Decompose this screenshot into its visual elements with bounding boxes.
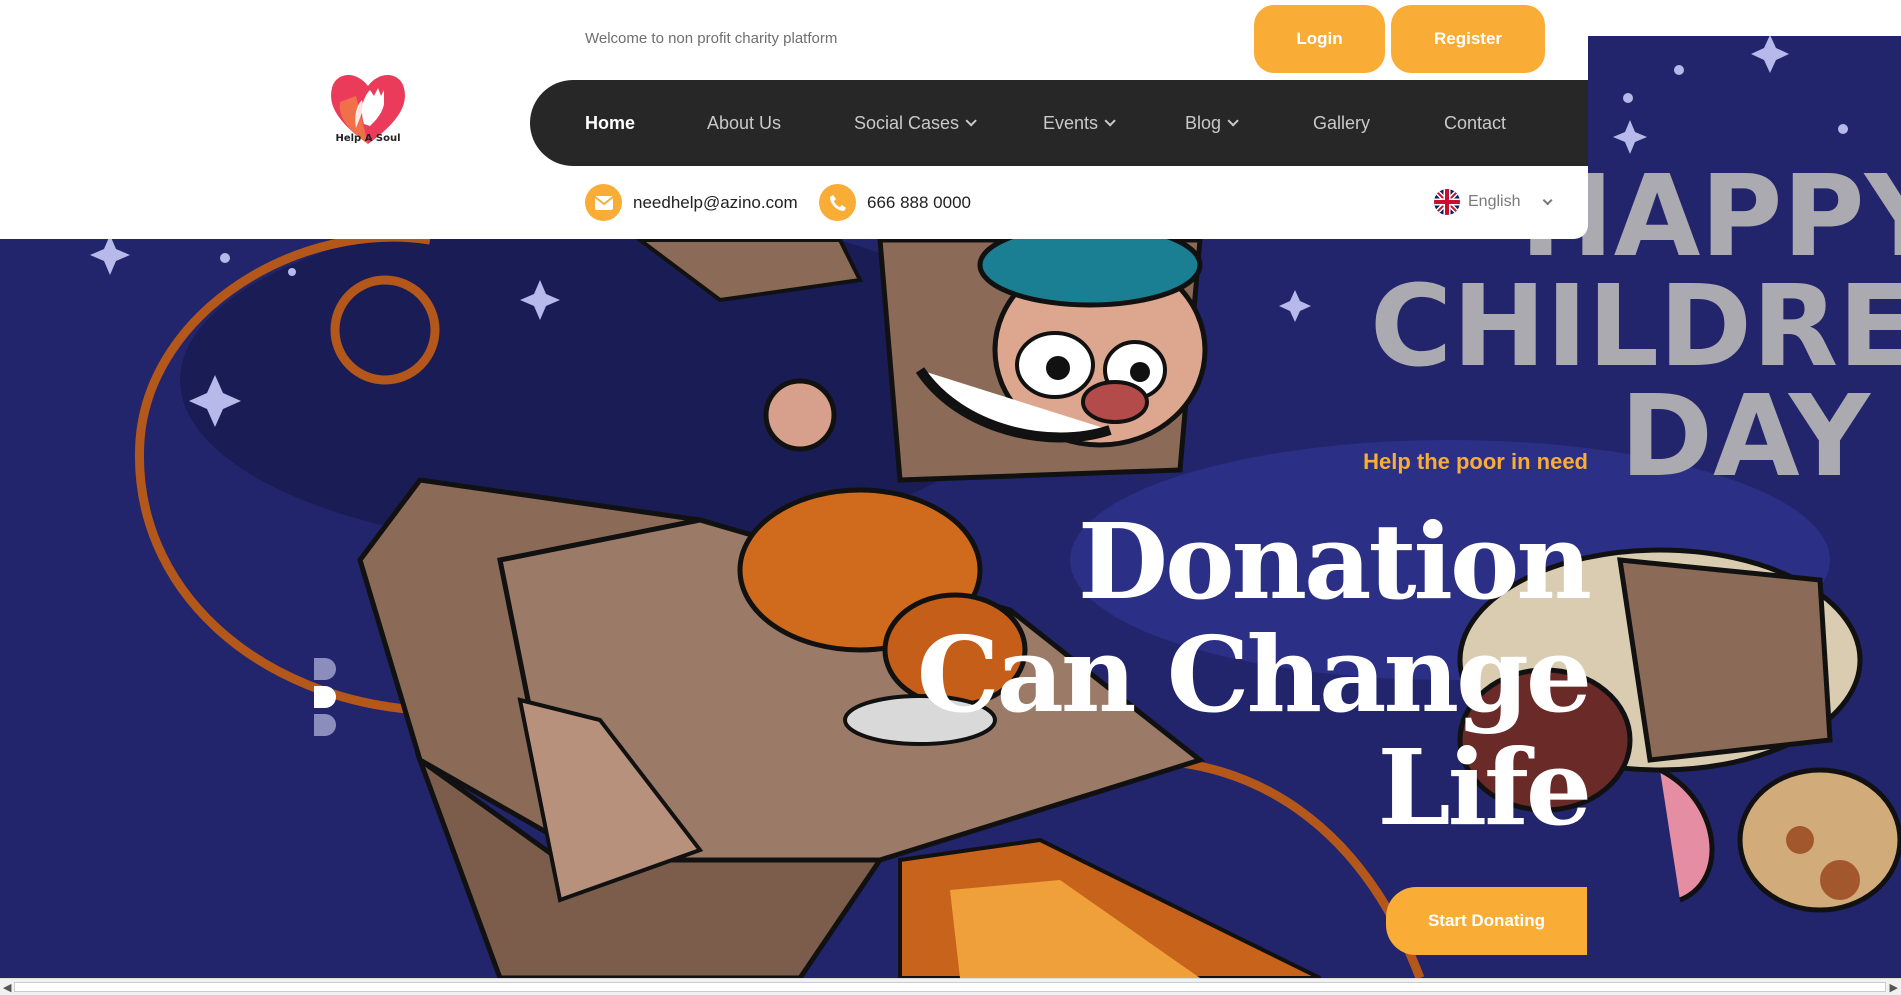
language-label: English: [1468, 193, 1521, 210]
phone-link[interactable]: 666 888 0000: [867, 193, 971, 213]
login-button[interactable]: Login: [1254, 5, 1385, 73]
slider-dots: [314, 658, 336, 742]
hero-title-line-1: Donation: [1077, 500, 1592, 623]
nav-social-cases[interactable]: Social Cases: [854, 80, 977, 166]
banner-line-3: DAY: [1620, 372, 1872, 502]
start-donating-button[interactable]: Start Donating: [1386, 887, 1587, 955]
nav-about-us-label: About Us: [707, 112, 782, 133]
main-nav: Home About Us Social Cases Events Blog G…: [530, 80, 1588, 166]
scrollbar-thumb[interactable]: [14, 982, 1886, 992]
nav-about-us[interactable]: About Us: [707, 80, 781, 166]
nav-contact[interactable]: Contact: [1444, 80, 1506, 166]
welcome-text: Welcome to non profit charity platform: [585, 30, 838, 47]
slider-dot[interactable]: [314, 658, 336, 680]
mail-icon: [585, 184, 622, 221]
nav-gallery[interactable]: Gallery: [1313, 80, 1370, 166]
chevron-down-icon: [965, 115, 977, 127]
hero-tagline: Help the poor in need: [1363, 449, 1588, 474]
scroll-right-icon[interactable]: ▶: [1890, 981, 1898, 994]
slider-dot-active[interactable]: [314, 686, 336, 708]
header-strip: [1588, 0, 1901, 36]
email-link[interactable]: needhelp@azino.com: [633, 193, 798, 213]
nav-home[interactable]: Home: [585, 80, 635, 166]
nav-events-label: Events: [1043, 112, 1099, 133]
nav-blog-label: Blog: [1185, 112, 1222, 133]
horizontal-scrollbar[interactable]: ◀ ▶: [0, 978, 1901, 995]
chevron-down-icon: [1227, 115, 1239, 127]
logo-text: Help A Soul: [335, 133, 401, 144]
slider-dot[interactable]: [314, 714, 336, 736]
chevron-down-icon: [1104, 115, 1116, 127]
scroll-left-icon[interactable]: ◀: [3, 981, 11, 994]
nav-contact-label: Contact: [1444, 112, 1507, 133]
phone-icon: [819, 184, 856, 221]
hero-title-line-2: Can Change: [916, 613, 1592, 736]
nav-events[interactable]: Events: [1043, 80, 1116, 166]
language-selector[interactable]: English: [1434, 189, 1554, 215]
hero-title-line-3: Life: [1377, 726, 1592, 849]
register-button[interactable]: Register: [1391, 5, 1545, 73]
hero-title: Donation Can Change Life: [889, 500, 1592, 849]
uk-flag-icon: [1434, 189, 1460, 215]
nav-blog[interactable]: Blog: [1185, 80, 1239, 166]
nav-social-cases-label: Social Cases: [854, 112, 960, 133]
nav-home-label: Home: [585, 112, 636, 133]
nav-gallery-label: Gallery: [1313, 112, 1371, 133]
